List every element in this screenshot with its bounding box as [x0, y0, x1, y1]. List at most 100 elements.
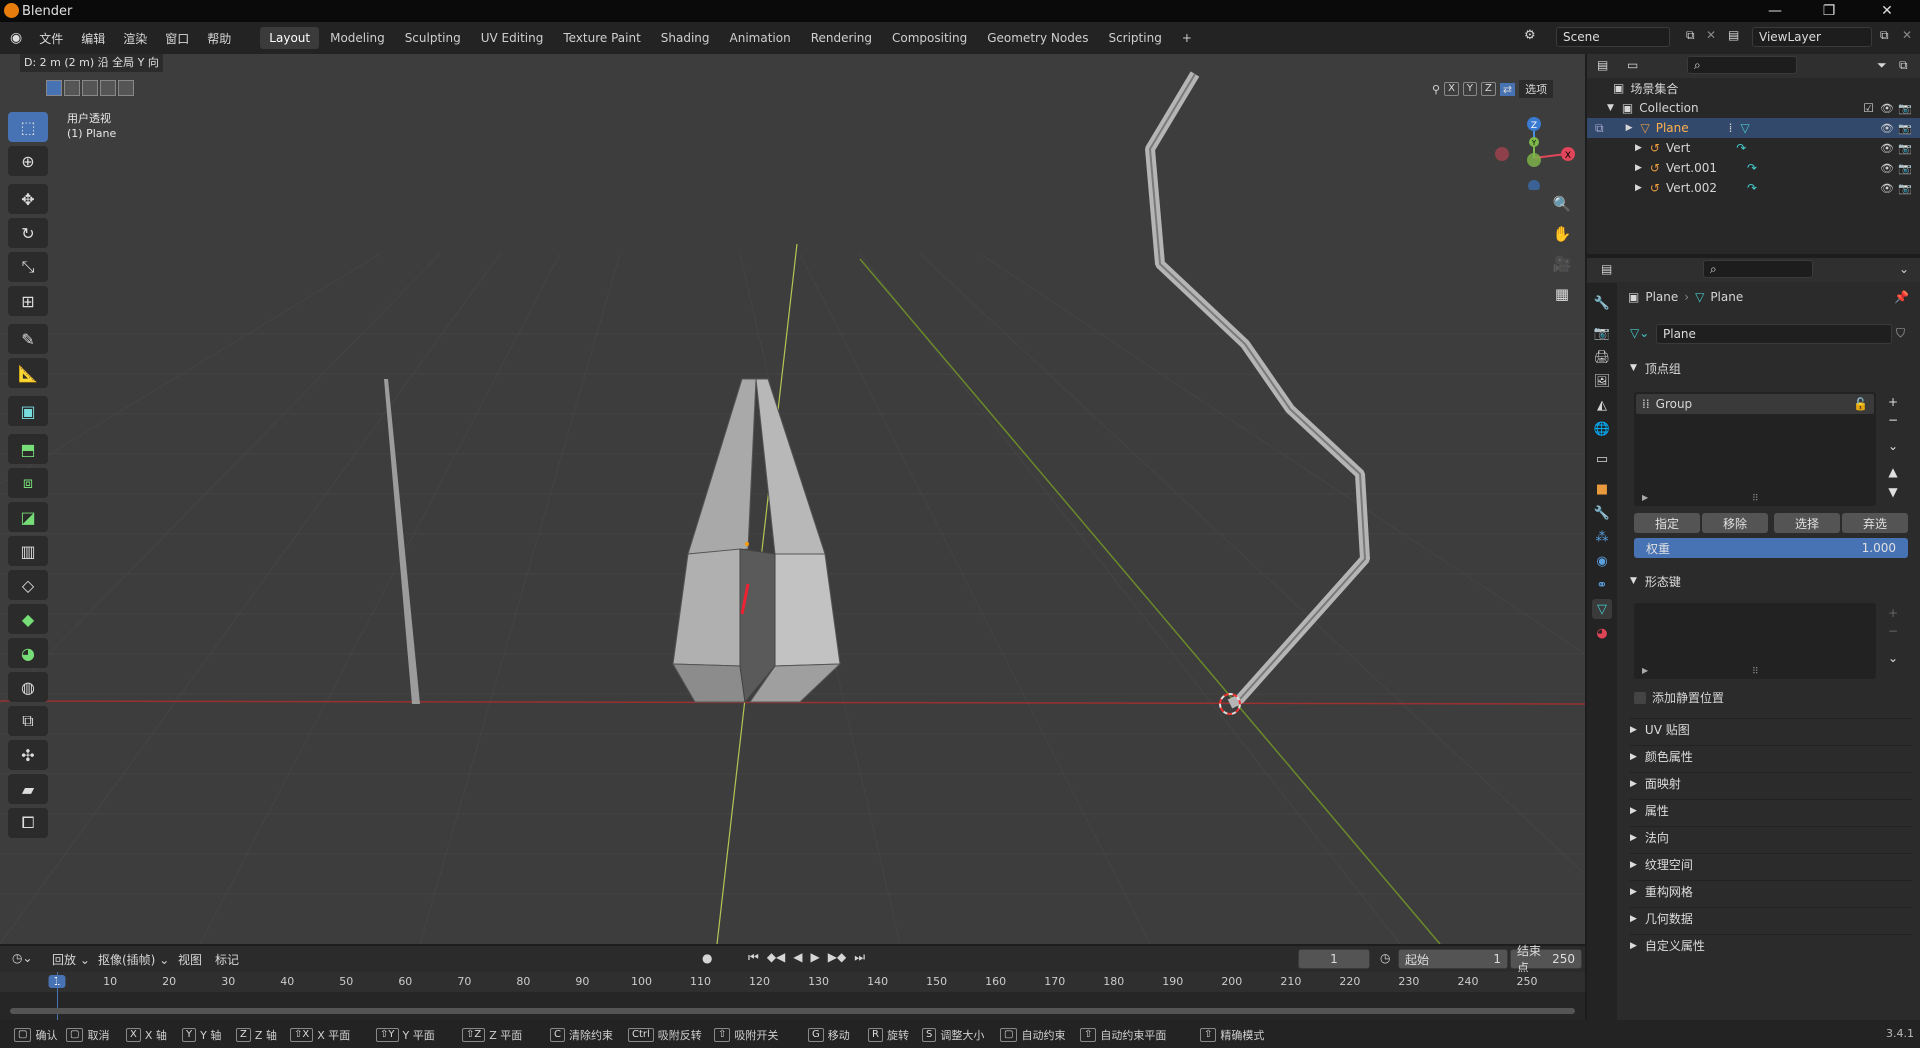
blender-menu-icon[interactable]: ◉ — [10, 30, 22, 46]
add-rest-position-checkbox[interactable] — [1634, 691, 1646, 704]
pan-hand-icon[interactable]: ✋ — [1548, 220, 1576, 248]
filter-icon[interactable]: ⏷ — [1877, 58, 1887, 73]
select-mode-intersect-icon[interactable] — [118, 80, 134, 96]
inset-tool-icon[interactable]: ⧈ — [8, 468, 48, 498]
shape-key-specials-icon[interactable]: ⌄ — [1884, 648, 1902, 668]
knife-tool-icon[interactable]: ◇ — [8, 570, 48, 600]
close-window-button[interactable]: ✕ — [1864, 0, 1910, 22]
rotate-tool-icon[interactable]: ↻ — [8, 218, 48, 248]
view-menu[interactable]: 视图 — [178, 951, 202, 968]
add-shape-key-button[interactable]: + — [1884, 603, 1902, 623]
mirror-icon[interactable]: ⚲ — [1432, 83, 1440, 96]
shear-tool-icon[interactable]: ▰ — [8, 774, 48, 804]
panel-texture-space[interactable]: ▶ 纹理空间 — [1630, 853, 1912, 875]
editor-type-icon[interactable]: ▤ — [1597, 58, 1608, 72]
expand-icon[interactable]: ▶ — [1635, 163, 1642, 173]
spike-object[interactable] — [384, 379, 420, 704]
timeline-scrollbar[interactable] — [10, 1008, 1575, 1014]
play-reverse-icon[interactable]: ◀ — [793, 950, 802, 965]
tab-modeling[interactable]: Modeling — [321, 27, 394, 49]
select-mode-new-icon[interactable] — [46, 80, 62, 96]
restore-button[interactable]: ❐ — [1806, 0, 1852, 22]
render-camera-icon[interactable]: 📷 — [1898, 162, 1912, 175]
outliner-root-row[interactable]: ▣ 场景集合 — [1587, 78, 1920, 98]
outliner-collection-row[interactable]: ▼ ▣ Collection ☑ 👁 📷 — [1587, 98, 1920, 118]
marker-menu[interactable]: 标记 — [215, 951, 239, 968]
rip-region-tool-icon[interactable]: ⧠ — [8, 808, 48, 838]
vertex-group-item[interactable]: ⁞⁞ Group 🔓 — [1636, 394, 1874, 414]
measure-tool-icon[interactable]: 📐 — [8, 358, 48, 388]
particles-tab-icon[interactable]: ⁂ — [1592, 527, 1612, 547]
cursor-tool-icon[interactable]: ⊕ — [8, 146, 48, 176]
play-icon[interactable]: ▶ — [811, 950, 820, 965]
options-chevron-icon[interactable]: ⌄ — [1899, 262, 1909, 276]
remove-vertex-group-button[interactable]: − — [1884, 410, 1902, 430]
vertex-group-specials-icon[interactable]: ⌄ — [1884, 436, 1902, 456]
shrink-fatten-tool-icon[interactable]: ✣ — [8, 740, 48, 770]
spin-tool-icon[interactable]: ◕ — [8, 638, 48, 668]
render-camera-icon[interactable]: 📷 — [1898, 142, 1912, 155]
axis-y-toggle[interactable]: Y — [1462, 82, 1478, 96]
axis-x-toggle[interactable]: X — [1444, 82, 1459, 96]
menu-edit[interactable]: 编辑 — [72, 30, 114, 47]
panel-geometry-data[interactable]: ▶ 几何数据 — [1630, 907, 1912, 929]
view-layer-tab-icon[interactable]: 🖼 — [1592, 371, 1612, 391]
annotate-tool-icon[interactable]: ✎ — [8, 324, 48, 354]
keying-menu[interactable]: 抠像(插帧) ⌄ — [98, 951, 169, 968]
mesh-browse-icon[interactable]: ▽⌄ — [1630, 326, 1649, 340]
exclude-checkbox[interactable]: ☑ — [1863, 101, 1874, 115]
loop-cut-tool-icon[interactable]: ▥ — [8, 536, 48, 566]
list-resize-handle[interactable]: ⠿ — [1752, 667, 1759, 677]
plane-object[interactable] — [672, 378, 842, 704]
next-keyframe-icon[interactable]: ▶◆ — [828, 950, 846, 965]
tab-sculpting[interactable]: Sculpting — [396, 27, 470, 49]
render-tab-icon[interactable]: 📷 — [1592, 323, 1612, 343]
timeline-area[interactable]: 1102030405060708090100110120130140150160… — [0, 972, 1585, 1024]
mesh-data-tab-icon[interactable]: ▽ — [1592, 599, 1612, 619]
options-dropdown[interactable]: 选项 — [1519, 80, 1554, 98]
lock-icon[interactable]: 🔓 — [1853, 397, 1868, 411]
display-mode-icon[interactable]: ▭ — [1627, 58, 1638, 72]
expand-collapse-icon[interactable]: ▼ — [1607, 103, 1614, 113]
deselect-button[interactable]: 弃选 — [1842, 513, 1908, 533]
view-layer-selector[interactable]: ViewLayer — [1752, 27, 1872, 47]
new-scene-icon[interactable]: ⧉ — [1686, 28, 1695, 43]
start-frame-field[interactable]: 起始 1 — [1398, 949, 1508, 969]
outliner-row-vert-002[interactable]: ▶ ↺ Vert.002 ↷ 👁 📷 — [1587, 178, 1920, 198]
tab-rendering[interactable]: Rendering — [802, 27, 881, 49]
smooth-tool-icon[interactable]: ◍ — [8, 672, 48, 702]
view-layer-icon[interactable]: ▤ — [1728, 28, 1739, 42]
visibility-eye-icon[interactable]: 👁 — [1880, 122, 1894, 135]
physics-tab-icon[interactable]: ◉ — [1592, 551, 1612, 571]
select-mode-invert-icon[interactable] — [100, 80, 116, 96]
shape-key-list[interactable]: ▶ ⠿ — [1634, 603, 1876, 679]
list-resize-handle[interactable]: ⠿ — [1752, 494, 1759, 504]
scale-tool-icon[interactable]: ⤡ — [8, 252, 48, 282]
vertex-groups-header[interactable]: ▼ 顶点组 — [1630, 357, 1912, 379]
panel-uv-maps[interactable]: ▶ UV 贴图 — [1630, 718, 1912, 740]
add-rest-position-row[interactable]: 添加静置位置 — [1634, 689, 1724, 706]
perspective-toggle-icon[interactable]: ▦ — [1548, 280, 1576, 308]
outliner-search-input[interactable]: ⌕ — [1687, 56, 1797, 74]
fake-user-shield-icon[interactable]: ⛉ — [1896, 326, 1905, 341]
move-up-icon[interactable]: ▲ — [1884, 462, 1902, 482]
scene-icon[interactable]: ⚙ — [1524, 28, 1536, 43]
preview-range-icon[interactable]: ◷ — [1380, 951, 1390, 965]
curve-object[interactable] — [1145, 71, 1370, 709]
select-mode-subtract-icon[interactable] — [82, 80, 98, 96]
extrude-tool-icon[interactable]: ⬒ — [8, 434, 48, 464]
select-box-tool-icon[interactable]: ⬚ — [8, 112, 48, 142]
new-view-layer-icon[interactable]: ⧉ — [1880, 28, 1889, 43]
remove-shape-key-button[interactable]: − — [1884, 621, 1902, 641]
tab-texture-paint[interactable]: Texture Paint — [554, 27, 649, 49]
assign-button[interactable]: 指定 — [1634, 513, 1700, 533]
minimize-button[interactable]: — — [1752, 0, 1798, 22]
select-mode-extend-icon[interactable] — [64, 80, 80, 96]
material-tab-icon[interactable]: ◕ — [1592, 623, 1612, 643]
end-frame-field[interactable]: 结束点 250 — [1510, 944, 1582, 975]
visibility-eye-icon[interactable]: 👁 — [1880, 102, 1894, 115]
camera-view-icon[interactable]: 🎥 — [1548, 250, 1576, 278]
timeline-editor-icon[interactable]: ◷⌄ — [12, 951, 33, 965]
panel-remesh[interactable]: ▶ 重构网格 — [1630, 880, 1912, 902]
navigation-gizmo[interactable]: Z X Y — [1490, 110, 1580, 190]
